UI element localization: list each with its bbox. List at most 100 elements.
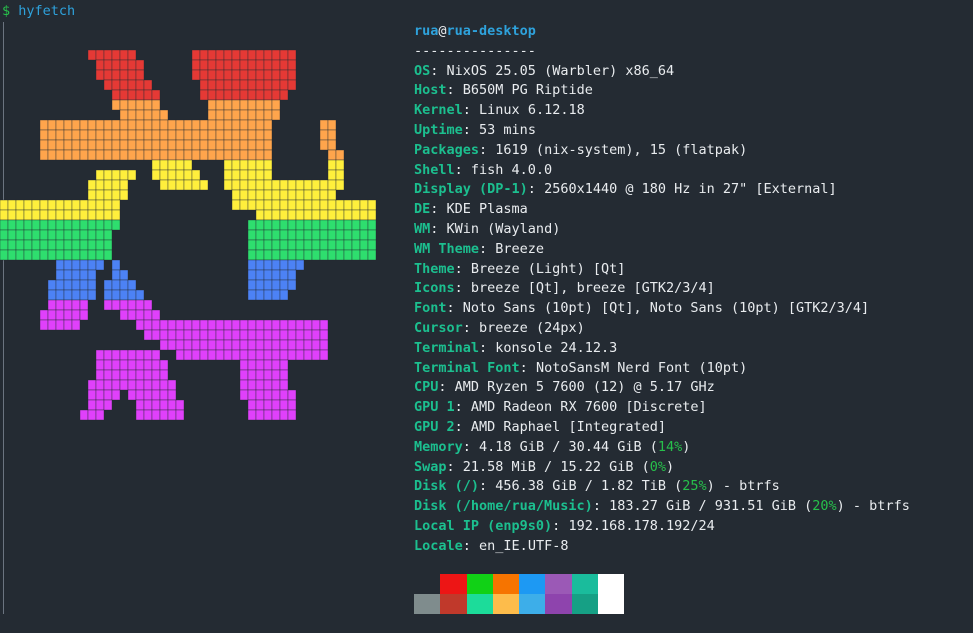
logo-cell (127, 289, 137, 301)
logo-cell (143, 319, 153, 331)
logo-cell (207, 99, 217, 111)
logo-cell (143, 369, 153, 381)
logo-cell (71, 309, 81, 321)
info-line: Kernel: Linux 6.12.18 (414, 101, 910, 121)
palette-normal-row (414, 574, 624, 594)
info-line: Uptime: 53 mins (414, 121, 910, 141)
logo-cell (271, 259, 281, 271)
logo-cell (151, 309, 161, 321)
logo-cell (287, 389, 297, 401)
logo-cell (239, 179, 249, 191)
info-colon: : (430, 220, 447, 237)
logo-cell (327, 159, 337, 171)
info-colon: : (454, 280, 471, 297)
logo-cell (71, 219, 81, 231)
logo-cell (111, 79, 121, 91)
logo-cell (223, 89, 233, 101)
logo-cell (279, 399, 289, 411)
info-value: 456.38 GiB / 1.82 TiB ( (495, 478, 683, 495)
logo-cell (175, 329, 185, 341)
logo-cell (119, 119, 129, 131)
logo-cell (159, 119, 169, 131)
logo-cell (167, 139, 177, 151)
logo-cell (271, 399, 281, 411)
logo-cell (175, 149, 185, 161)
logo-cell (103, 179, 113, 191)
nixos-logo-art (0, 49, 377, 421)
info-key: Disk (/) (414, 478, 480, 495)
logo-cell (7, 229, 17, 241)
logo-cell (63, 139, 73, 151)
logo-cell (63, 289, 73, 301)
logo-cell (263, 99, 273, 111)
logo-cell (135, 349, 145, 361)
logo-cell (151, 99, 161, 111)
logo-cell (247, 259, 257, 271)
logo-cell (263, 129, 273, 141)
logo-cell (87, 389, 97, 401)
logo-cell (87, 219, 97, 231)
logo-cell (159, 399, 169, 411)
logo-cell (111, 149, 121, 161)
logo-cell (359, 209, 369, 221)
logo-cell (103, 119, 113, 131)
logo-cell (111, 369, 121, 381)
logo-cell (255, 169, 265, 181)
info-colon: : (446, 82, 463, 99)
info-colon: : (462, 319, 480, 336)
logo-cell (159, 359, 169, 371)
logo-cell (199, 329, 209, 341)
logo-cell (47, 129, 57, 141)
logo-cell (311, 329, 321, 341)
logo-cell (103, 219, 113, 231)
logo-cell (119, 279, 129, 291)
logo-cell (103, 349, 113, 361)
info-key: Swap (414, 458, 447, 475)
logo-cell (31, 209, 41, 221)
logo-cell (135, 399, 145, 411)
logo-cell (7, 239, 17, 251)
logo-cell (303, 329, 313, 341)
logo-cell (71, 119, 81, 131)
logo-cell (127, 139, 137, 151)
logo-cell (47, 149, 57, 161)
logo-cell (255, 239, 265, 251)
logo-cell (279, 209, 289, 221)
logo-cell (71, 199, 81, 211)
palette-swatch (571, 574, 598, 594)
logo-cell (63, 309, 73, 321)
logo-cell (79, 149, 89, 161)
logo-cell (103, 69, 113, 81)
info-line: Cursor: breeze (24px) (414, 319, 910, 339)
logo-cell (239, 139, 249, 151)
logo-cell (127, 79, 137, 91)
logo-cell (263, 339, 273, 351)
logo-cell (87, 239, 97, 251)
logo-cell (135, 119, 145, 131)
logo-cell (215, 329, 225, 341)
logo-cell (255, 319, 265, 331)
info-key: Theme (414, 260, 455, 277)
logo-cell (95, 229, 105, 241)
logo-cell (359, 229, 369, 241)
logo-cell (167, 149, 177, 161)
info-user: rua (414, 23, 439, 39)
logo-cell (119, 129, 129, 141)
logo-cell (215, 79, 225, 91)
logo-cell (71, 259, 81, 271)
info-key: Local IP (enp9s0) (414, 517, 553, 534)
info-line: Display (DP-1): 2560x1440 @ 180 Hz in 27… (414, 180, 910, 200)
logo-cell (111, 139, 121, 151)
logo-cell (271, 209, 281, 221)
logo-cell (255, 249, 265, 261)
logo-cell (111, 289, 121, 301)
logo-cell (271, 229, 281, 241)
logo-cell (55, 229, 65, 241)
logo-cell (247, 339, 257, 351)
logo-cell (215, 349, 225, 361)
logo-cell (319, 219, 329, 231)
logo-cell (111, 259, 121, 271)
info-line: Memory: 4.18 GiB / 30.44 GiB (14%) (414, 438, 910, 458)
logo-cell (311, 199, 321, 211)
palette-swatch (440, 594, 467, 614)
